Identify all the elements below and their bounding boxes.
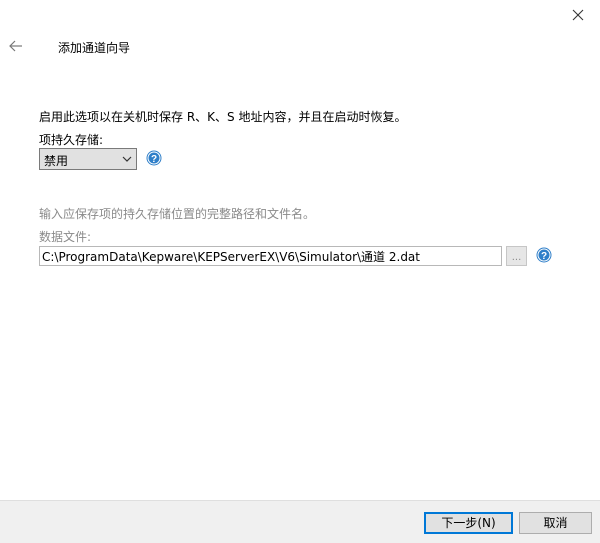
datafile-path-input[interactable] bbox=[39, 246, 502, 266]
close-icon bbox=[572, 9, 584, 21]
datafile-hint: 输入应保存项的持久存储位置的完整路径和文件名。 bbox=[39, 207, 316, 221]
wizard-footer: 下一步(N) 取消 bbox=[0, 500, 600, 543]
wizard-window: 添加通道向导 启用此选项以在关机时保存 R、K、S 地址内容，并且在启动时恢复。… bbox=[0, 0, 600, 543]
svg-text:?: ? bbox=[541, 251, 547, 262]
back-button[interactable] bbox=[6, 36, 26, 56]
close-button[interactable] bbox=[566, 6, 590, 26]
datafile-help-button[interactable]: ? bbox=[536, 247, 552, 263]
svg-text:?: ? bbox=[151, 154, 157, 165]
next-button[interactable]: 下一步(N) bbox=[424, 512, 513, 534]
persist-select[interactable]: 禁用 bbox=[39, 148, 137, 170]
persist-description: 启用此选项以在关机时保存 R、K、S 地址内容，并且在启动时恢复。 bbox=[39, 110, 407, 124]
wizard-title: 添加通道向导 bbox=[58, 41, 131, 55]
browse-button[interactable]: ... bbox=[506, 246, 527, 266]
persist-select-value: 禁用 bbox=[44, 154, 69, 168]
chevron-down-icon bbox=[122, 156, 132, 162]
persist-label: 项持久存储: bbox=[39, 133, 104, 147]
help-icon: ? bbox=[536, 247, 552, 263]
help-icon: ? bbox=[146, 150, 162, 166]
persist-help-button[interactable]: ? bbox=[146, 150, 162, 166]
cancel-button[interactable]: 取消 bbox=[519, 512, 592, 534]
arrow-left-icon bbox=[9, 40, 22, 52]
datafile-label: 数据文件: bbox=[39, 230, 92, 244]
